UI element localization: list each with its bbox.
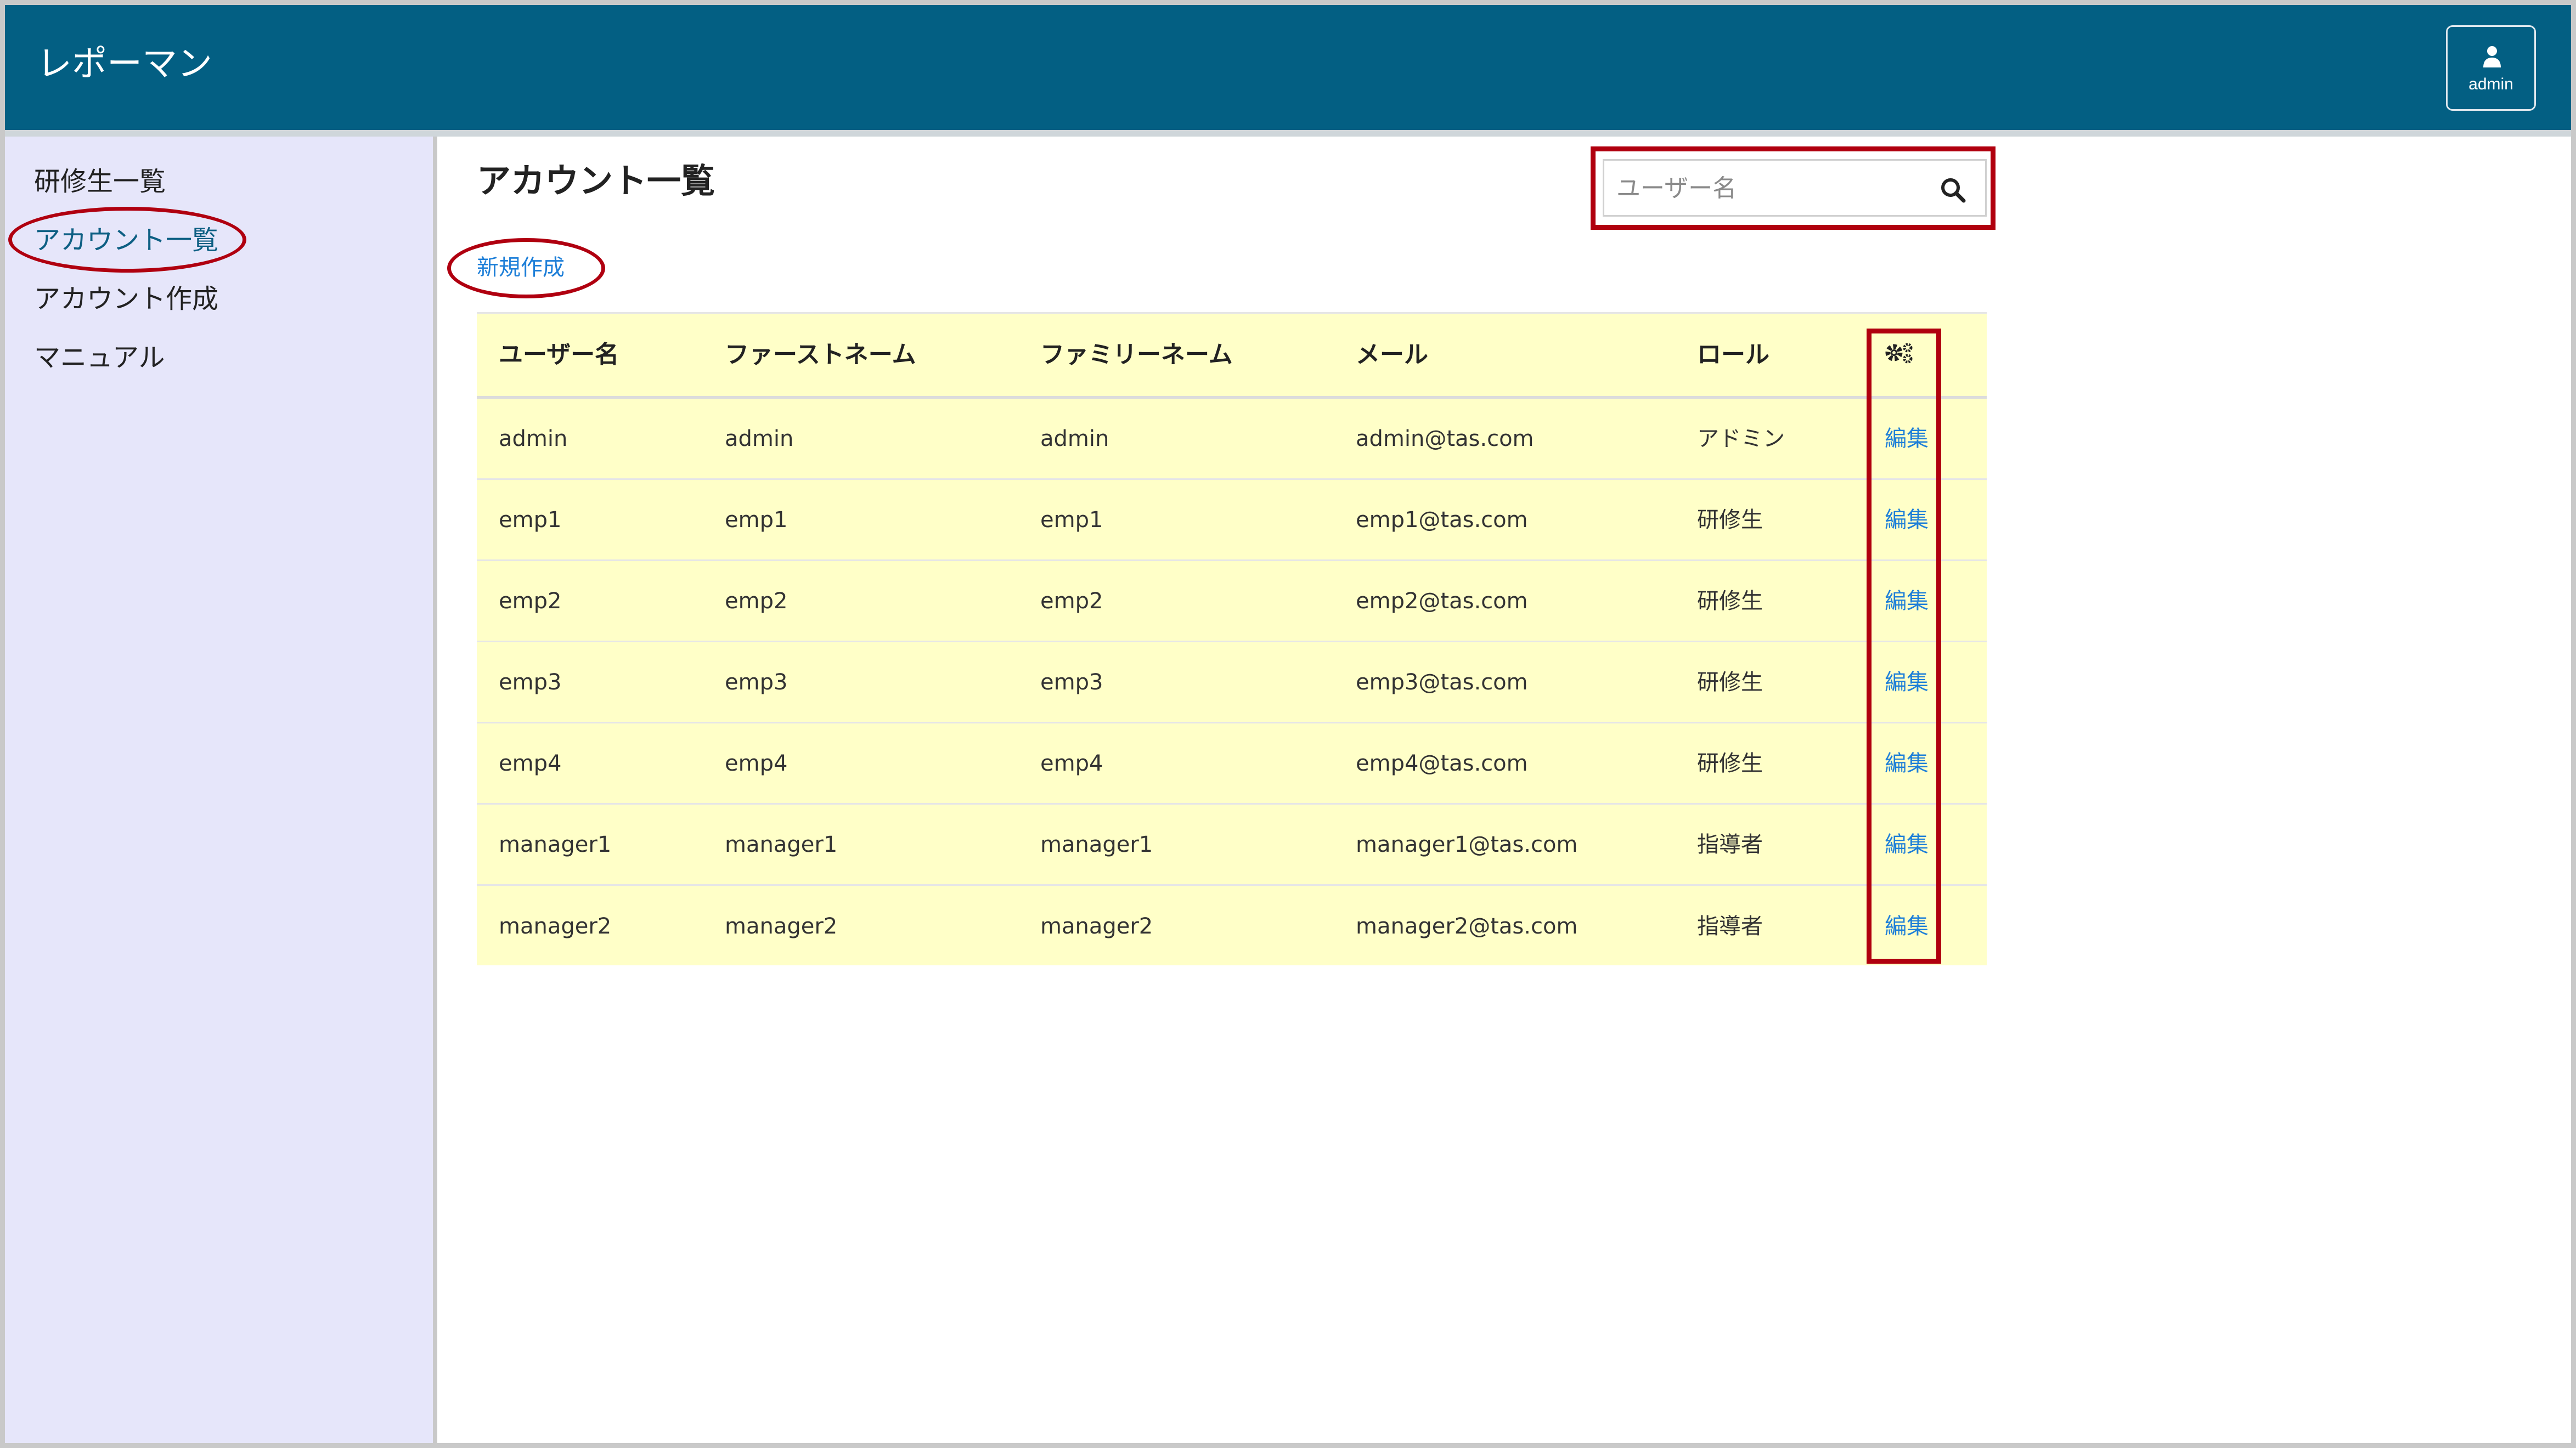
page-title: アカウント一覧 — [477, 161, 715, 201]
sidebar-item-trainee-list[interactable]: 研修生一覧 — [34, 168, 166, 195]
cell-email: manager2@tas.com — [1356, 914, 1578, 939]
user-icon — [2483, 46, 2501, 67]
cell-family-name: manager2 — [1040, 914, 1153, 939]
cell-role: アドミン — [1697, 426, 1785, 451]
table-row: emp4 emp4 emp4 emp4@tas.com 研修生 編集 — [477, 723, 1987, 805]
column-header-first-name: ファーストネーム — [725, 341, 916, 369]
table-row: emp2 emp2 emp2 emp2@tas.com 研修生 編集 — [477, 561, 1987, 642]
cell-family-name: emp3 — [1040, 669, 1103, 695]
cell-first-name: admin — [725, 426, 794, 451]
account-table: ユーザー名 ファーストネーム ファミリーネーム メール ロール admin ad… — [477, 312, 1987, 965]
cell-role: 研修生 — [1697, 507, 1763, 533]
user-name-label: admin — [2468, 75, 2513, 93]
cell-username: emp2 — [499, 588, 562, 614]
cell-email: manager1@tas.com — [1356, 832, 1578, 857]
app-brand[interactable]: レポーマン — [37, 47, 212, 82]
table-row: admin admin admin admin@tas.com アドミン 編集 — [477, 399, 1987, 480]
edit-link[interactable]: 編集 — [1885, 915, 1929, 937]
cell-role: 研修生 — [1697, 750, 1763, 776]
column-header-email: メール — [1356, 341, 1428, 369]
cell-email: emp3@tas.com — [1356, 669, 1528, 695]
cell-username: admin — [499, 426, 568, 451]
cell-first-name: manager2 — [725, 914, 838, 939]
cell-first-name: emp3 — [725, 669, 788, 695]
cell-username: emp3 — [499, 669, 562, 695]
table-row: emp3 emp3 emp3 emp3@tas.com 研修生 編集 — [477, 642, 1987, 723]
table-row: manager2 manager2 manager2 manager2@tas.… — [477, 886, 1987, 967]
cell-role: 指導者 — [1697, 832, 1763, 857]
search-box — [1603, 159, 1987, 217]
table-header-row: ユーザー名 ファーストネーム ファミリーネーム メール ロール — [477, 312, 1987, 399]
cell-email: emp2@tas.com — [1356, 588, 1528, 614]
new-account-link[interactable]: 新規作成 — [477, 257, 565, 279]
column-header-actions — [1885, 341, 1914, 369]
cell-username: emp4 — [499, 750, 562, 776]
cell-email: admin@tas.com — [1356, 426, 1534, 451]
edit-link[interactable]: 編集 — [1885, 753, 1929, 774]
sidebar: 研修生一覧 アカウント一覧 アカウント作成 マニュアル — [5, 137, 437, 1443]
column-header-family-name: ファミリーネーム — [1040, 341, 1233, 369]
column-header-role: ロール — [1697, 341, 1769, 369]
search-icon[interactable] — [1939, 176, 1968, 205]
cell-family-name: manager1 — [1040, 832, 1153, 857]
cell-username: emp1 — [499, 507, 562, 533]
cell-role: 指導者 — [1697, 914, 1763, 939]
cell-first-name: emp1 — [725, 507, 788, 533]
cell-role: 研修生 — [1697, 669, 1763, 695]
cell-family-name: admin — [1040, 426, 1109, 451]
cell-first-name: emp4 — [725, 750, 788, 776]
top-navbar: レポーマン admin — [5, 5, 2571, 130]
column-header-username: ユーザー名 — [499, 341, 619, 369]
cell-email: emp4@tas.com — [1356, 750, 1528, 776]
header-divider — [5, 130, 2571, 137]
edit-link[interactable]: 編集 — [1885, 671, 1929, 693]
user-menu-button[interactable]: admin — [2446, 25, 2536, 111]
sidebar-item-account-create[interactable]: アカウント作成 — [34, 286, 218, 312]
cell-username: manager1 — [499, 832, 612, 857]
table-row: manager1 manager1 manager1 manager1@tas.… — [477, 805, 1987, 886]
edit-link[interactable]: 編集 — [1885, 590, 1929, 612]
cell-role: 研修生 — [1697, 588, 1763, 614]
cell-family-name: emp2 — [1040, 588, 1103, 614]
cell-family-name: emp1 — [1040, 507, 1103, 533]
cell-family-name: emp4 — [1040, 750, 1103, 776]
sidebar-item-account-list[interactable]: アカウント一覧 — [34, 227, 218, 253]
edit-link[interactable]: 編集 — [1885, 509, 1929, 531]
search-input[interactable] — [1615, 171, 1925, 206]
gears-icon — [1885, 343, 1913, 364]
edit-link[interactable]: 編集 — [1885, 834, 1929, 856]
cell-email: emp1@tas.com — [1356, 507, 1528, 533]
table-row: emp1 emp1 emp1 emp1@tas.com 研修生 編集 — [477, 480, 1987, 561]
cell-first-name: emp2 — [725, 588, 788, 614]
edit-link[interactable]: 編集 — [1885, 428, 1929, 450]
app-window: レポーマン admin 研修生一覧 アカウント一覧 アカウント作成 マニュアル … — [5, 5, 2571, 1443]
cell-first-name: manager1 — [725, 832, 838, 857]
sidebar-item-manual[interactable]: マニュアル — [34, 344, 165, 371]
cell-username: manager2 — [499, 914, 612, 939]
